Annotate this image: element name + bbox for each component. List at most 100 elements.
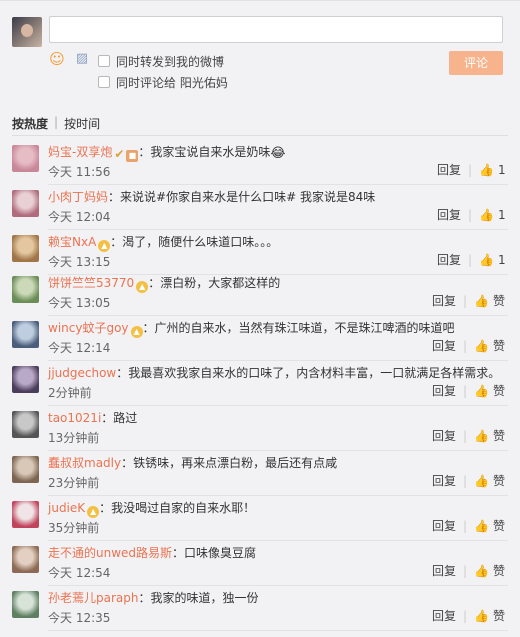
commenter-avatar[interactable] [12, 190, 39, 217]
forward-option[interactable]: 同时转发到我的微博 [98, 53, 224, 69]
comment-text: ：我最喜欢我家自来水的口味了，内含材料丰富，一口就满足各样需求。 [116, 366, 501, 380]
sort-by-hot-tab[interactable]: 按热度 [12, 115, 48, 132]
like-count: 1 [498, 252, 506, 267]
verified-badge-icon[interactable]: ✔ [114, 148, 124, 160]
like-count: 赞 [493, 564, 506, 578]
commenter-avatar[interactable] [12, 501, 39, 528]
current-user-avatar[interactable] [12, 17, 42, 47]
comment-text: ：广州的自来水，当然有珠江味道，不是珠江啤酒的味道吧 [142, 321, 455, 335]
comment-text: ：铁锈味，再来点漂白粉，最后还有点咸 [121, 456, 338, 470]
like-button[interactable]: 👍 1 [479, 163, 506, 177]
comment-actions: 回复 | 👍 1 [437, 251, 506, 268]
comment-actions: 回复 | 👍 赞 [432, 607, 505, 624]
comment-text: ：我没喝过自家的自来水耶！ [99, 501, 256, 515]
action-separator: | [463, 473, 468, 488]
comment-text: ：来说说#你家自来水是什么口味# 我家说是84味 [108, 190, 376, 204]
action-separator: | [463, 383, 468, 398]
commenter-avatar[interactable] [12, 145, 39, 172]
commenter-name-link[interactable]: wincy蚊子goy [48, 321, 129, 335]
commenter-avatar[interactable] [12, 456, 39, 483]
comment-to-option-label: 同时评论给 阳光佑妈 [116, 75, 228, 90]
like-button[interactable]: 👍 1 [479, 208, 506, 222]
comment-to-checkbox[interactable] [98, 76, 110, 88]
member-badge-icon[interactable]: ▲ [98, 240, 111, 252]
sort-by-time-tab[interactable]: 按时间 [64, 115, 100, 132]
comment-actions: 回复 | 👍 赞 [432, 517, 505, 534]
reply-button[interactable]: 回复 [432, 562, 456, 579]
action-separator: | [463, 518, 468, 533]
like-count: 赞 [493, 429, 506, 443]
like-button[interactable]: 👍 1 [479, 253, 506, 267]
comment-timestamp: 今天 13:15 [48, 255, 111, 269]
commenter-name-link[interactable]: tao1021i [48, 411, 101, 425]
action-separator: | [463, 293, 468, 308]
thumbs-up-icon: 👍 [474, 564, 490, 578]
commenter-avatar[interactable] [12, 411, 39, 438]
gift-badge-icon[interactable]: ■ [126, 150, 139, 162]
comment-divider [48, 630, 508, 631]
comment-to-option[interactable]: 同时评论给 阳光佑妈 [98, 74, 228, 90]
commenter-name-link[interactable]: 赖宝NxA [48, 235, 96, 249]
member-badge-icon[interactable]: ▲ [136, 281, 149, 293]
member-badge-icon[interactable]: ▲ [130, 326, 143, 338]
commenter-name-link[interactable]: 走不通的unwed路易斯 [48, 546, 172, 560]
forward-checkbox[interactable] [98, 55, 110, 67]
submit-comment-button[interactable]: 评论 [449, 51, 503, 75]
comment-input[interactable] [49, 16, 503, 43]
comment-timestamp: 今天 12:35 [48, 611, 111, 625]
commenter-name-link[interactable]: jjudgechow [48, 366, 116, 380]
reply-button[interactable]: 回复 [437, 206, 461, 223]
image-icon[interactable]: ▨ [74, 51, 90, 67]
reply-button[interactable]: 回复 [432, 517, 456, 534]
thumbs-up-icon: 👍 [474, 429, 490, 443]
action-separator: | [463, 608, 468, 623]
commenter-avatar[interactable] [12, 321, 39, 348]
reply-button[interactable]: 回复 [437, 251, 461, 268]
reply-button[interactable]: 回复 [432, 292, 456, 309]
commenter-name-link[interactable]: 孙老蔫儿paraph [48, 591, 138, 605]
thumbs-up-icon: 👍 [474, 474, 490, 488]
thumbs-up-icon: 👍 [474, 339, 490, 353]
member-badge-icon[interactable]: ▲ [87, 506, 100, 518]
commenter-name-link[interactable]: 蠢叔叔madly [48, 456, 121, 470]
commenter-name-link[interactable]: judieK [48, 501, 85, 515]
like-button[interactable]: 👍 赞 [474, 607, 505, 624]
like-button[interactable]: 👍 赞 [474, 562, 505, 579]
like-button[interactable]: 👍 赞 [474, 427, 505, 444]
commenter-avatar[interactable] [12, 235, 39, 262]
reply-button[interactable]: 回复 [432, 427, 456, 444]
reply-button[interactable]: 回复 [432, 382, 456, 399]
reply-button[interactable]: 回复 [432, 472, 456, 489]
comment-timestamp: 今天 12:54 [48, 566, 111, 580]
comment-actions: 回复 | 👍 赞 [432, 472, 505, 489]
like-button[interactable]: 👍 赞 [474, 472, 505, 489]
commenter-avatar[interactable] [12, 366, 39, 393]
like-count: 赞 [493, 474, 506, 488]
thumbs-up-icon: 👍 [474, 519, 490, 533]
commenter-avatar[interactable] [12, 276, 39, 303]
thumbs-up-icon: 👍 [479, 207, 495, 222]
like-button[interactable]: 👍 赞 [474, 292, 505, 309]
like-count: 赞 [493, 294, 506, 308]
commenter-avatar[interactable] [12, 591, 39, 618]
comment-timestamp: 13分钟前 [48, 431, 100, 445]
reply-button[interactable]: 回复 [432, 337, 456, 354]
comment-text: ：口味像臭豆腐 [172, 546, 257, 560]
reply-button[interactable]: 回复 [432, 607, 456, 624]
sort-separator: | [54, 115, 59, 129]
sort-divider [12, 135, 508, 136]
commenter-name-link[interactable]: 小肉丁妈妈 [48, 190, 108, 204]
comment-actions: 回复 | 👍 1 [437, 161, 506, 178]
commenter-avatar[interactable] [12, 546, 39, 573]
emoji-icon[interactable]: ☺ [49, 51, 65, 67]
like-count: 赞 [493, 609, 506, 623]
comment-item: 饼饼竺竺53770 ▲ ：漂白粉，大家都这样的 今天 13:05 回复 | 👍 赞 [0, 271, 520, 316]
reply-button[interactable]: 回复 [437, 161, 461, 178]
like-button[interactable]: 👍 赞 [474, 517, 505, 534]
commenter-name-link[interactable]: 饼饼竺竺53770 [48, 276, 134, 290]
like-button[interactable]: 👍 赞 [474, 382, 505, 399]
commenter-name-link[interactable]: 妈宝-双享炮 [48, 145, 112, 159]
laugh-emoji-icon: 😂 [270, 146, 286, 161]
like-button[interactable]: 👍 赞 [474, 337, 505, 354]
comment-timestamp: 今天 12:14 [48, 341, 111, 355]
